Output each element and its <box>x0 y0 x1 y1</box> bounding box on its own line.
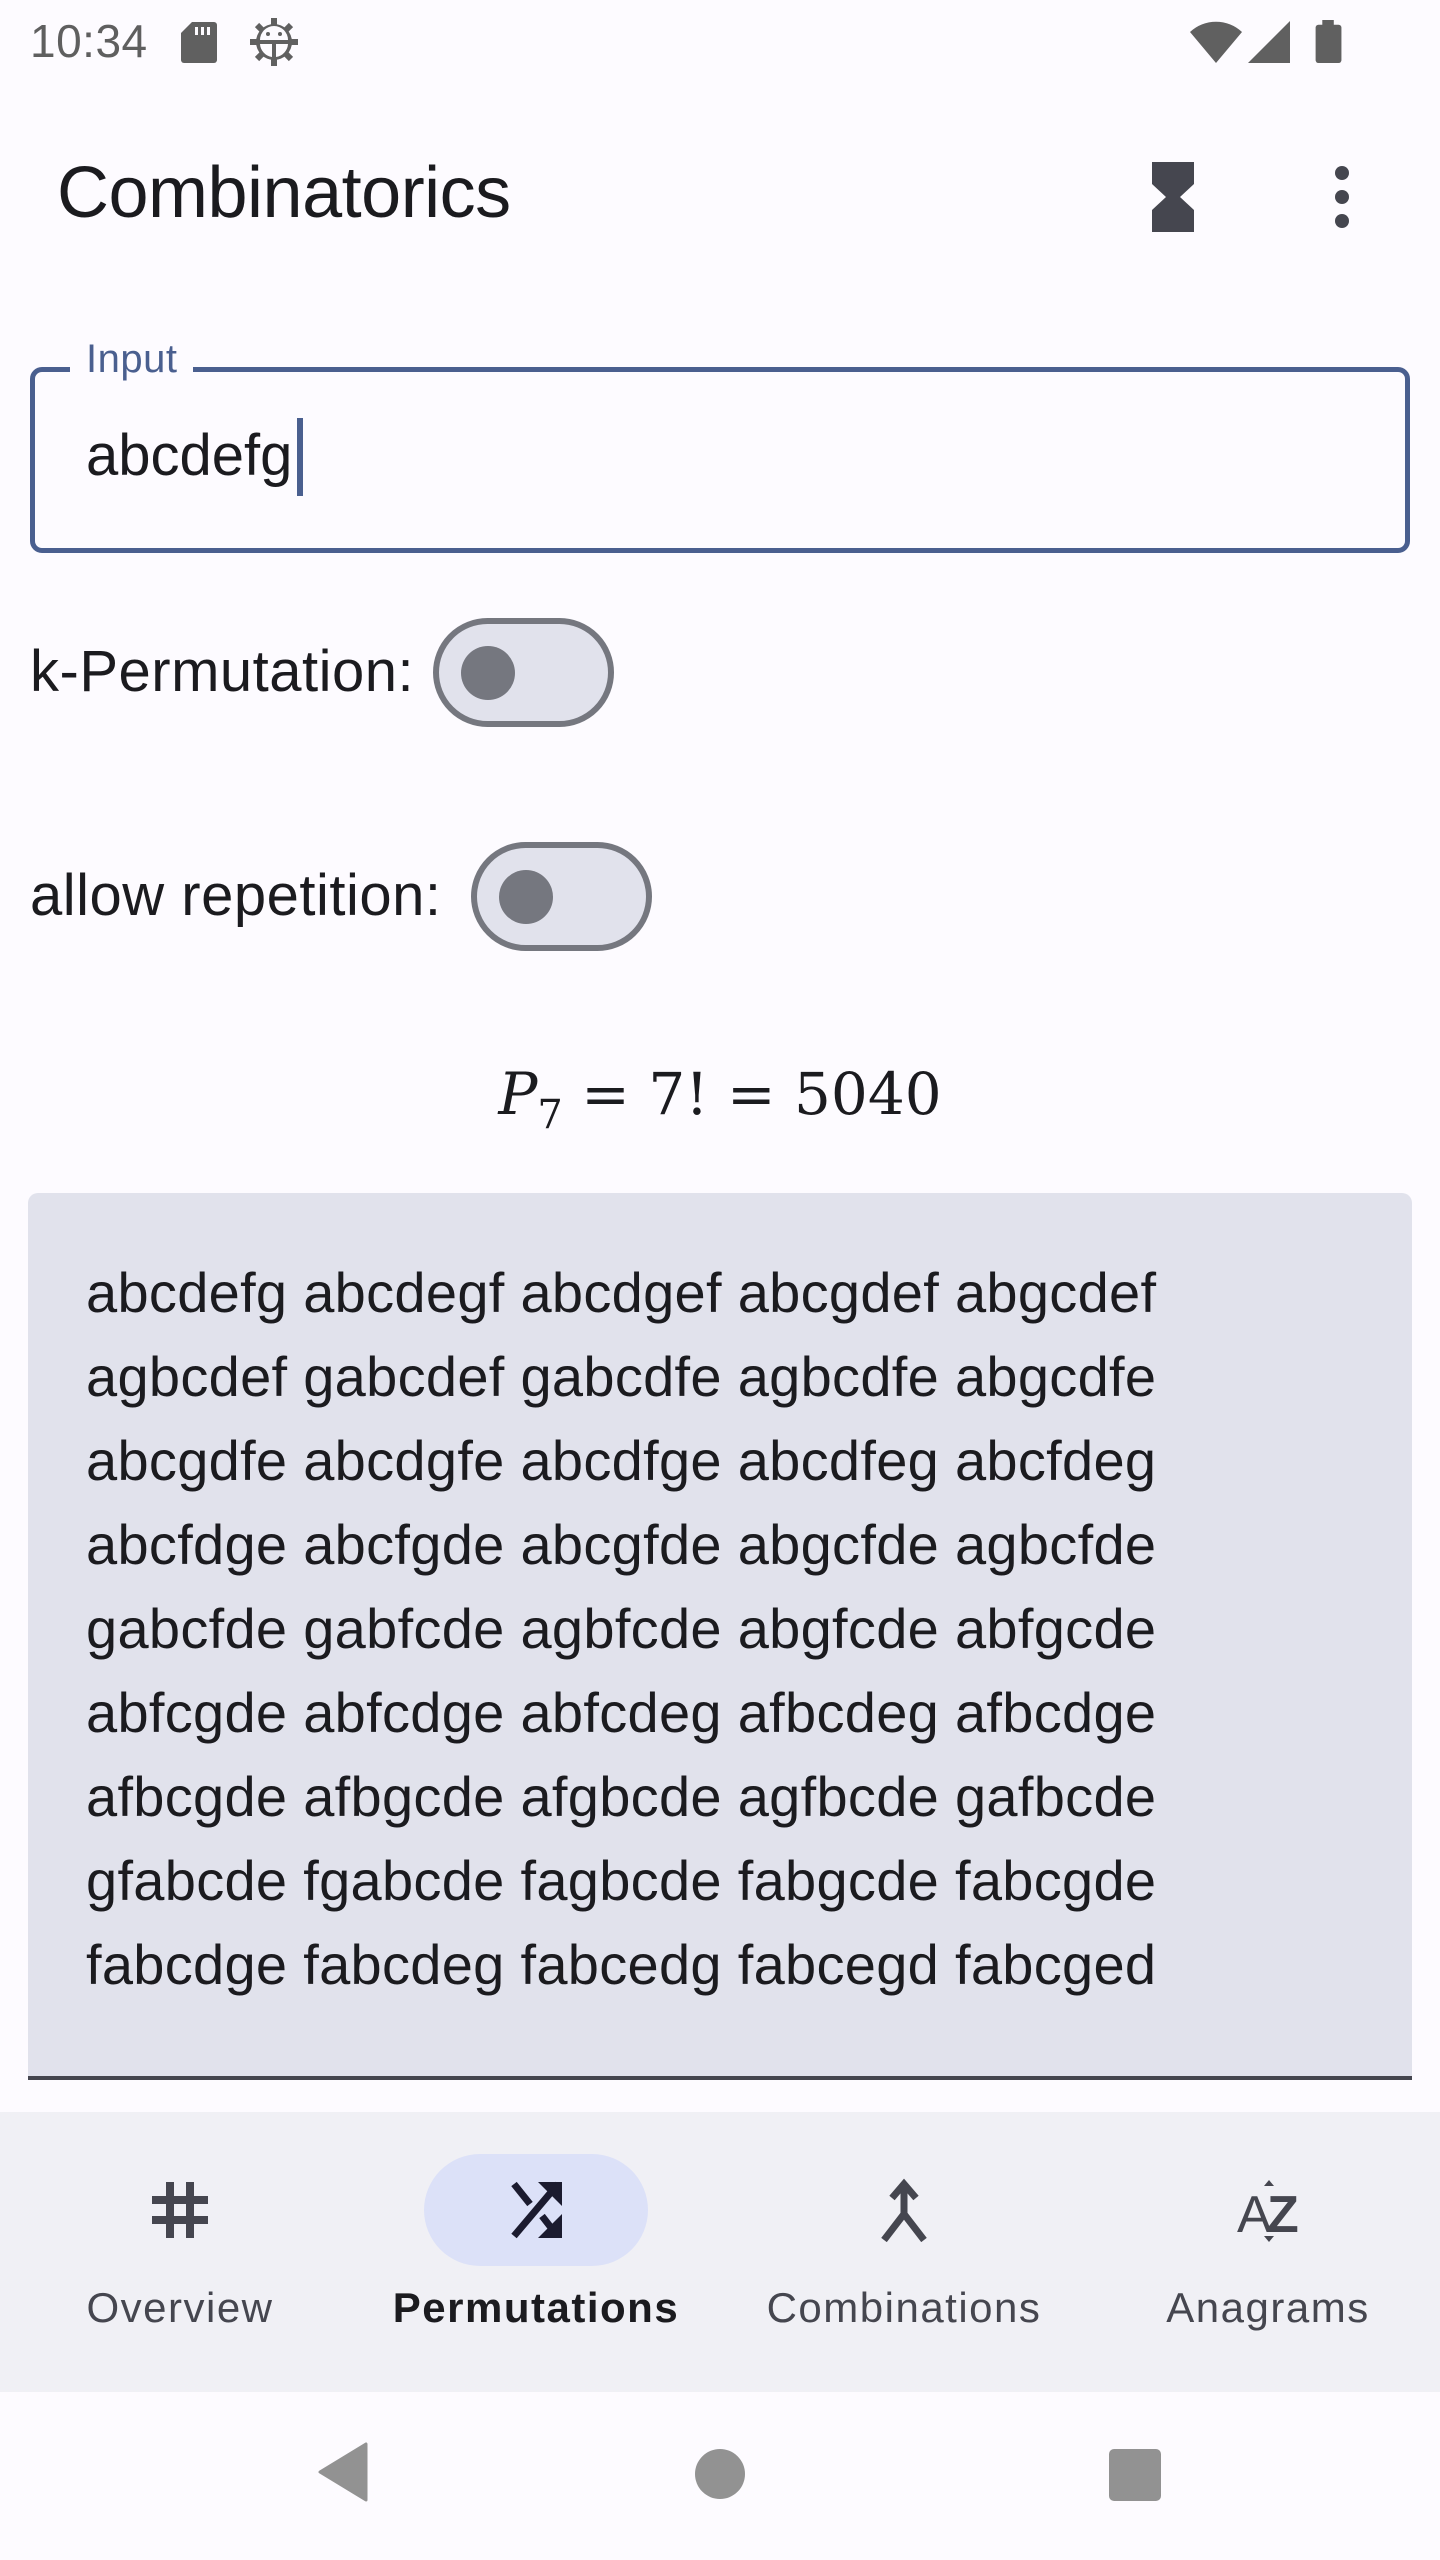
input-text[interactable] <box>86 422 1366 489</box>
battery-icon <box>1315 20 1342 64</box>
wifi-icon <box>1190 21 1242 63</box>
k-permutation-label: k-Permutation: <box>30 639 415 704</box>
result-line: abcdefg abcdegf abcdgef abcgdef abgcdef <box>86 1261 1157 1324</box>
merge-icon <box>881 2178 927 2242</box>
nav-item-combinations[interactable]: Combinations <box>724 2112 1084 2392</box>
more-vert-icon <box>1335 166 1349 228</box>
result-line: fabgced fagbced fgabced gfabced gafbced <box>86 2007 1372 2020</box>
app-title: Combinatorics <box>57 153 511 233</box>
result-line: abfcgde abfcdge abfcdeg afbcdeg afbcdge <box>86 1681 1157 1744</box>
result-line: gfabcde fgabcde fagbcde fabgcde fabcgde <box>86 1849 1157 1912</box>
formula-result: 5040 <box>794 1060 942 1128</box>
formula-symbol: P <box>498 1060 538 1128</box>
recents-button[interactable] <box>1108 2448 1162 2502</box>
nav-label: Anagrams <box>1166 2284 1370 2331</box>
nav-label: Overview <box>86 2284 274 2331</box>
nav-label: Permutations <box>392 2284 680 2331</box>
svg-text:Z: Z <box>1267 2186 1299 2242</box>
timer-button[interactable] <box>1119 142 1229 252</box>
result-line: afbcgde afbgcde afgbcde agfbcde gafbcde <box>86 1765 1157 1828</box>
switch-thumb <box>499 870 553 924</box>
result-line: fabcdge fabcdeg fabcedg fabcegd fabcged <box>86 1933 1157 1996</box>
input-label: Input <box>70 337 194 382</box>
sort-az-icon: A Z <box>1237 2180 1299 2242</box>
text-cursor <box>297 418 303 496</box>
result-line: gabcfde gabfcde agbfcde abgfcde abfgcde <box>86 1597 1157 1660</box>
hash-icon <box>152 2182 208 2238</box>
result-line: abcgdfe abcdgfe abcdfge abcdfeg abcfdeg <box>86 1429 1157 1492</box>
nav-label: Combinations <box>766 2284 1042 2331</box>
sd-card-icon <box>181 22 217 63</box>
k-permutation-switch[interactable] <box>433 618 614 727</box>
allow-repetition-label: allow repetition: <box>30 863 442 928</box>
results-scroll[interactable]: abcdefg abcdegf abcdgef abcgdef abgcdef … <box>86 1251 1372 2020</box>
formula-middle: = 7! = <box>562 1060 795 1128</box>
results-text-area[interactable]: abcdefg abcdegf abcdgef abcgdef abgcdef … <box>28 1193 1412 2080</box>
allow-repetition-switch[interactable] <box>471 842 652 951</box>
switch-thumb <box>461 646 515 700</box>
status-time: 10:34 <box>30 15 148 67</box>
nav-item-permutations[interactable]: Permutations <box>356 2112 716 2392</box>
home-button[interactable] <box>694 2448 746 2500</box>
result-line: abcfdge abcfgde abcgfde abgcfde agbcfde <box>86 1513 1157 1576</box>
result-line: agbcdef gabcdef gabcdfe agbcdfe abgcdfe <box>86 1345 1157 1408</box>
bottom-navigation: Overview Permutations Combinations A Z A… <box>0 2112 1440 2392</box>
shuffle-icon <box>511 2181 562 2239</box>
back-button[interactable] <box>318 2442 370 2502</box>
formula-subscript: 7 <box>537 1092 563 1138</box>
nav-item-overview[interactable]: Overview <box>0 2112 360 2392</box>
more-options-button[interactable] <box>1287 142 1397 252</box>
hourglass-icon <box>1152 162 1194 232</box>
nav-item-anagrams[interactable]: A Z Anagrams <box>1088 2112 1440 2392</box>
permutation-formula: P7 = 7! = 5040 <box>0 1060 1440 1138</box>
cellular-signal-icon <box>1248 21 1290 63</box>
debug-gear-icon <box>250 18 298 66</box>
